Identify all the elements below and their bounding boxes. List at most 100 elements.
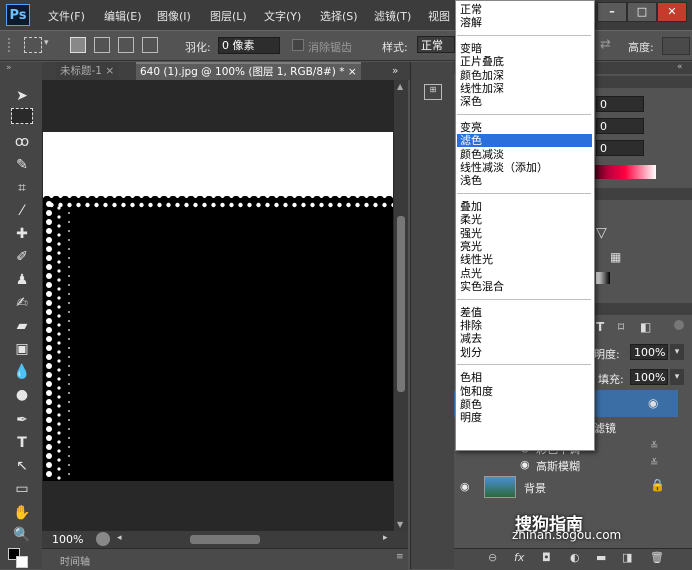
- blend-mode-option[interactable]: 叠加: [460, 200, 482, 213]
- mask-icon[interactable]: ◘: [542, 551, 551, 564]
- menu-file[interactable]: 文件(F): [48, 8, 85, 24]
- chevron-down-icon[interactable]: ▾: [44, 38, 49, 48]
- blend-mode-option[interactable]: 线性减淡（添加）: [460, 161, 548, 174]
- blend-mode-option[interactable]: 溶解: [460, 16, 482, 29]
- rectangle-tool-icon[interactable]: ▭: [9, 479, 35, 499]
- color-value-g[interactable]: 0: [596, 118, 644, 134]
- maximize-button[interactable]: □: [627, 2, 657, 22]
- effects-icon[interactable]: ◉: [648, 396, 658, 410]
- swap-icon[interactable]: ⇄: [600, 37, 611, 52]
- menu-layer[interactable]: 图层(L): [210, 8, 247, 24]
- rect-marquee-tool-icon[interactable]: [11, 108, 33, 124]
- eyedropper-tool-icon[interactable]: ⁄: [9, 201, 35, 221]
- blend-mode-option[interactable]: 颜色加深: [460, 69, 504, 82]
- collapse-icon[interactable]: «: [677, 62, 683, 72]
- blend-mode-option[interactable]: 差值: [460, 306, 482, 319]
- horizontal-scrollbar-thumb[interactable]: [190, 535, 260, 544]
- blend-mode-option[interactable]: 滤色: [457, 134, 592, 148]
- menu-edit[interactable]: 编辑(E): [104, 8, 142, 24]
- history-panel-icon[interactable]: ⊞: [424, 84, 442, 100]
- hand-tool-icon[interactable]: ✋: [9, 503, 35, 523]
- subtract-selection-icon[interactable]: [118, 37, 134, 53]
- scroll-up-icon[interactable]: ▲: [397, 82, 403, 91]
- scrollbar-thumb[interactable]: [397, 216, 405, 392]
- blend-mode-option[interactable]: 变暗: [460, 42, 482, 55]
- background-color-swatch[interactable]: [16, 556, 28, 568]
- scroll-right-icon[interactable]: ▸: [383, 533, 388, 543]
- menu-image[interactable]: 图像(I): [157, 8, 191, 24]
- feather-input[interactable]: 0 像素: [218, 37, 280, 54]
- tab-close-icon[interactable]: ×: [105, 65, 114, 77]
- blend-mode-option[interactable]: 线性光: [460, 253, 493, 266]
- panel-menu-icon[interactable]: ≡: [396, 552, 404, 562]
- style-select[interactable]: 正常: [417, 36, 455, 53]
- gradient-tool-icon[interactable]: ▣: [9, 339, 35, 359]
- menu-view[interactable]: 视图: [428, 8, 450, 24]
- layer-thumbnail[interactable]: [484, 476, 516, 498]
- brush-tool-icon[interactable]: ✐: [9, 247, 35, 267]
- zoom-tool-icon[interactable]: 🔍: [9, 525, 35, 545]
- chevron-down-icon[interactable]: ▾: [670, 369, 684, 385]
- effect-gaussian-blur[interactable]: 高斯模糊: [536, 458, 580, 474]
- blend-mode-option[interactable]: 颜色: [460, 398, 482, 411]
- blend-mode-option[interactable]: 柔光: [460, 213, 482, 226]
- blend-mode-option[interactable]: 浅色: [460, 174, 482, 187]
- eye-icon[interactable]: ◉: [460, 480, 470, 493]
- new-selection-icon[interactable]: [70, 37, 86, 53]
- height-input[interactable]: [662, 37, 690, 55]
- tab-untitled[interactable]: 未标题-1 ×: [56, 62, 119, 80]
- stamp-tool-icon[interactable]: ♟: [9, 270, 35, 290]
- blend-mode-option[interactable]: 划分: [460, 346, 482, 359]
- lasso-tool-icon[interactable]: ꝏ: [9, 132, 35, 152]
- menu-select[interactable]: 选择(S): [320, 8, 358, 24]
- filter-toggle[interactable]: [674, 320, 684, 330]
- blend-mode-option[interactable]: 线性加深: [460, 82, 504, 95]
- scroll-left-icon[interactable]: ◂: [117, 533, 122, 543]
- marquee-tool-icon[interactable]: [24, 37, 42, 53]
- link-icon[interactable]: ⊖: [488, 551, 497, 564]
- path-select-tool-icon[interactable]: ↖: [9, 456, 35, 476]
- eye-icon[interactable]: ◉: [520, 458, 530, 471]
- eraser-tool-icon[interactable]: ▰: [9, 316, 35, 336]
- antialias-checkbox[interactable]: [292, 39, 304, 51]
- type-tool-icon[interactable]: T: [9, 433, 35, 453]
- blend-mode-option[interactable]: 实色混合: [460, 280, 504, 293]
- close-button[interactable]: ✕: [657, 2, 687, 22]
- opacity-input[interactable]: 100%: [630, 344, 668, 360]
- blend-mode-option[interactable]: 深色: [460, 95, 482, 108]
- add-selection-icon[interactable]: [94, 37, 110, 53]
- dodge-tool-icon[interactable]: ●: [9, 385, 35, 405]
- menu-filter[interactable]: 滤镜(T): [374, 8, 411, 24]
- layer-name[interactable]: 背景: [524, 480, 546, 496]
- color-ramp[interactable]: [594, 165, 656, 179]
- color-value-b[interactable]: 0: [596, 140, 644, 156]
- blend-mode-option[interactable]: 强光: [460, 227, 482, 240]
- quick-select-tool-icon[interactable]: ✎: [9, 155, 35, 175]
- tab-close-icon[interactable]: ×: [348, 66, 357, 78]
- shape-filter-icon[interactable]: ⌑: [618, 320, 624, 334]
- type-filter-icon[interactable]: T: [596, 320, 604, 334]
- tab-overflow-icon[interactable]: »: [388, 62, 402, 80]
- intersect-selection-icon[interactable]: [142, 37, 158, 53]
- timeline-label[interactable]: 时间轴: [60, 553, 90, 568]
- blend-mode-option[interactable]: 排除: [460, 319, 482, 332]
- scroll-down-icon[interactable]: ▼: [397, 520, 403, 529]
- triangle-icon[interactable]: ▽: [596, 225, 607, 241]
- trash-icon[interactable]: 🗑: [650, 551, 664, 564]
- menu-type[interactable]: 文字(Y): [264, 8, 301, 24]
- zoom-level[interactable]: 100%: [52, 533, 83, 546]
- blend-mode-option[interactable]: 正常: [460, 3, 482, 16]
- fx-icon[interactable]: fx: [514, 551, 524, 564]
- effect-options-icon[interactable]: ≚: [650, 458, 658, 469]
- pen-tool-icon[interactable]: ✒: [9, 410, 35, 430]
- healing-brush-tool-icon[interactable]: ✚: [9, 224, 35, 244]
- blend-mode-option[interactable]: 变亮: [460, 121, 482, 134]
- color-value-r[interactable]: 0: [596, 96, 644, 112]
- tab-active-document[interactable]: 640 (1).jpg @ 100% (图层 1, RGB/8#) * ×: [136, 62, 361, 80]
- gradient-map-icon[interactable]: [596, 272, 610, 284]
- blend-mode-option[interactable]: 饱和度: [460, 385, 493, 398]
- blend-mode-option[interactable]: 明度: [460, 411, 482, 424]
- crop-tool-icon[interactable]: ⌗: [9, 178, 35, 198]
- smart-object-filter-icon[interactable]: ◧: [640, 320, 651, 334]
- blend-mode-option[interactable]: 颜色减淡: [460, 148, 504, 161]
